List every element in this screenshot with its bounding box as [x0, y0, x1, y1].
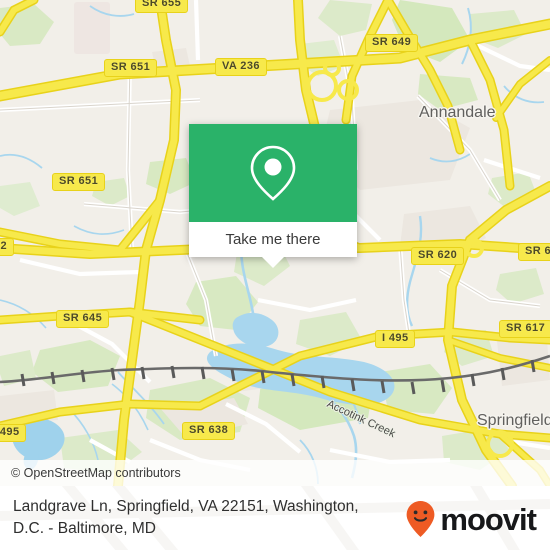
moovit-smiley-pin-icon: [406, 501, 435, 537]
popup-action-bar[interactable]: Take me there: [189, 222, 357, 257]
road-label-va-236: VA 236: [215, 58, 267, 76]
place-label-springfield: Springfield: [477, 412, 550, 429]
road-label-sr-617: SR 617: [499, 320, 550, 338]
popup-image-area: [189, 124, 357, 222]
location-popup-card[interactable]: Take me there: [189, 124, 357, 257]
moovit-logo[interactable]: moovit: [405, 500, 537, 538]
road-label-sr-645: SR 645: [56, 310, 110, 328]
map-canvas[interactable]: SR 655 SR 649 SR 651 VA 236 SR 651 62 SR…: [0, 0, 550, 486]
address-line-1: Landgrave Ln, Springfield, VA 22151, Was…: [13, 498, 359, 515]
road-label-sr-620: SR 620: [411, 247, 465, 265]
road-label-sr-651-a: SR 651: [104, 59, 158, 77]
address-text: Landgrave Ln, Springfield, VA 22151, Was…: [13, 496, 403, 540]
place-label-annandale: Annandale: [419, 104, 496, 121]
address-line-2: D.C. - Baltimore, MD: [13, 520, 156, 537]
road-label-sr-651-b: SR 651: [52, 173, 106, 191]
moovit-wordmark: moovit: [440, 501, 537, 537]
road-label-sr-662-clipped: 62: [0, 238, 15, 256]
road-label-sr-62x-clipped: SR 62: [518, 243, 550, 261]
road-label-sr-649: SR 649: [365, 34, 419, 52]
popup-tail-pointer: [262, 257, 284, 268]
road-label-sr-638: SR 638: [182, 422, 236, 440]
footer-bar: Landgrave Ln, Springfield, VA 22151, Was…: [0, 486, 550, 550]
osm-attribution[interactable]: © OpenStreetMap contributors: [0, 460, 550, 486]
road-label-sr-655: SR 655: [135, 0, 189, 13]
road-label-i-495-a: I 495: [375, 330, 416, 348]
map-screenshot: SR 655 SR 649 SR 651 VA 236 SR 651 62 SR…: [0, 0, 550, 550]
map-pin-icon: [250, 145, 296, 201]
osm-attribution-text: © OpenStreetMap contributors: [11, 466, 181, 480]
road-label-i-495-b-clipped: I 495: [0, 424, 27, 442]
take-me-there-label: Take me there: [225, 231, 321, 248]
